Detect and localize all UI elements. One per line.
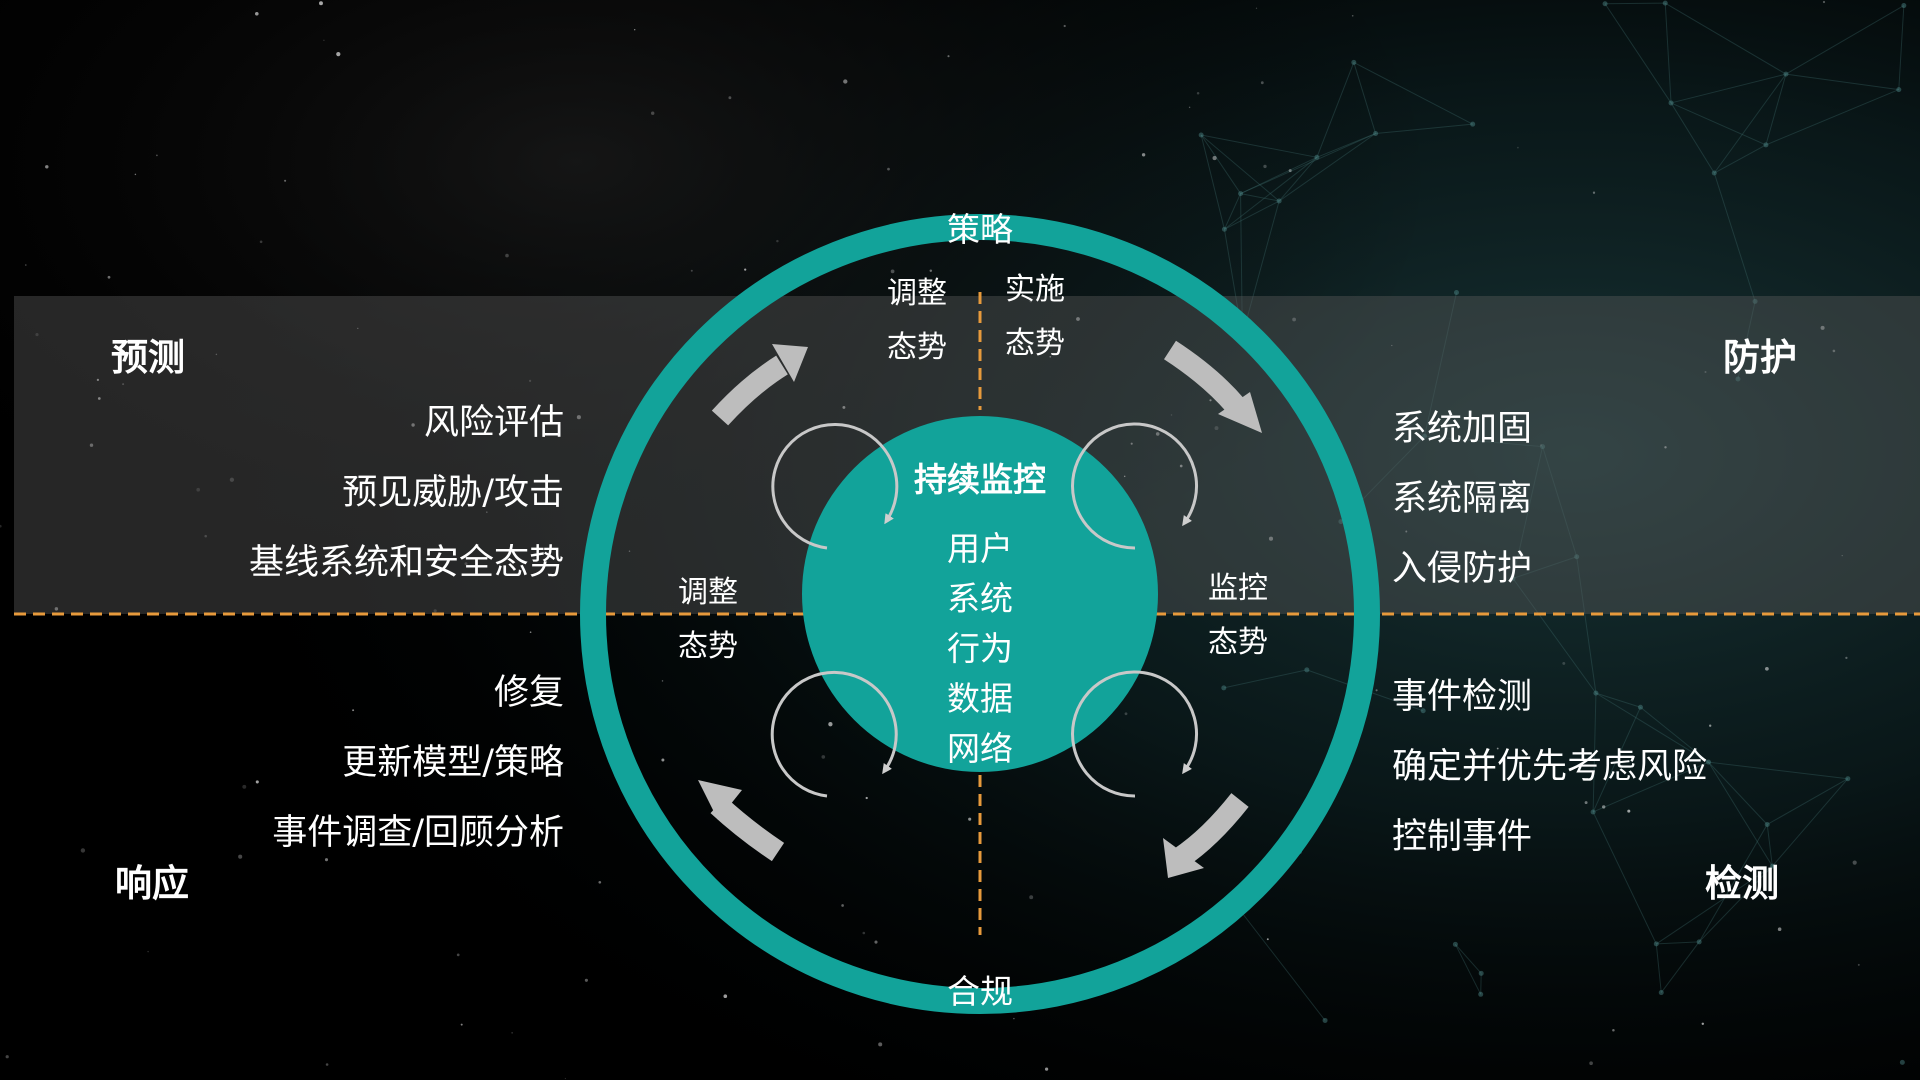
list-item: 系统加固 (1392, 409, 1533, 449)
list-item: 行为 (947, 629, 1013, 668)
detect-list: 事件检测 确定并优先考虑风险 控制事件 (1392, 662, 1707, 872)
protect-list: 系统加固 系统隔离 入侵防护 (1392, 394, 1532, 604)
large-curved-arrow-icon (698, 780, 785, 862)
ring-label-strategy: 策略 (947, 210, 1013, 249)
list-item: 数据 (947, 679, 1013, 718)
large-curved-arrow-icon (1163, 340, 1262, 433)
quadrant-title-detect: 检测 (1705, 862, 1779, 905)
small-circular-arrow-icon (1071, 670, 1199, 798)
quadrant-title-predict: 预测 (111, 336, 185, 379)
list-item: 事件检测 (1392, 677, 1533, 717)
list-item: 基线系统和安全态势 (248, 543, 564, 583)
list-item: 修复 (493, 673, 564, 713)
list-item: 事件调查/回顾分析 (272, 813, 564, 853)
list-item: 系统 (947, 579, 1013, 618)
list-item: 更新模型/策略 (342, 743, 564, 783)
inner-label-implement: 实施 态势 (1005, 272, 1065, 361)
inner-label-monitor: 监控 态势 (1208, 571, 1268, 660)
respond-list: 修复 更新模型/策略 事件调查/回顾分析 (272, 658, 564, 868)
list-item: 预见威胁/攻击 (342, 473, 564, 513)
center-title: 持续监控 (914, 460, 1046, 499)
quadrant-title-protect: 防护 (1723, 336, 1797, 379)
list-item: 系统隔离 (1392, 479, 1533, 519)
list-item: 网络 (947, 729, 1013, 768)
slide: 预测 防护 响应 检测 风险评估 预见威胁/攻击 基线系统和安全态势 系统加固 … (0, 0, 1920, 1080)
list-item: 入侵防护 (1392, 549, 1533, 589)
list-item: 风险评估 (423, 403, 564, 443)
predict-list: 风险评估 预见威胁/攻击 基线系统和安全态势 (249, 388, 564, 598)
inner-label-adjust-top: 调整 态势 (887, 276, 947, 365)
list-item: 确定并优先考虑风险 (1392, 747, 1708, 787)
large-curved-arrow-icon (1163, 793, 1249, 878)
center-list: 用户 系统 行为 数据 网络 (947, 524, 1013, 774)
large-curved-arrow-icon (711, 344, 808, 426)
inner-label-adjust-mid: 调整 态势 (678, 575, 738, 664)
list-item: 控制事件 (1392, 817, 1533, 857)
list-item: 用户 (947, 529, 1013, 568)
quadrant-title-respond: 响应 (115, 862, 189, 905)
ring-label-compliance: 合规 (947, 972, 1013, 1011)
